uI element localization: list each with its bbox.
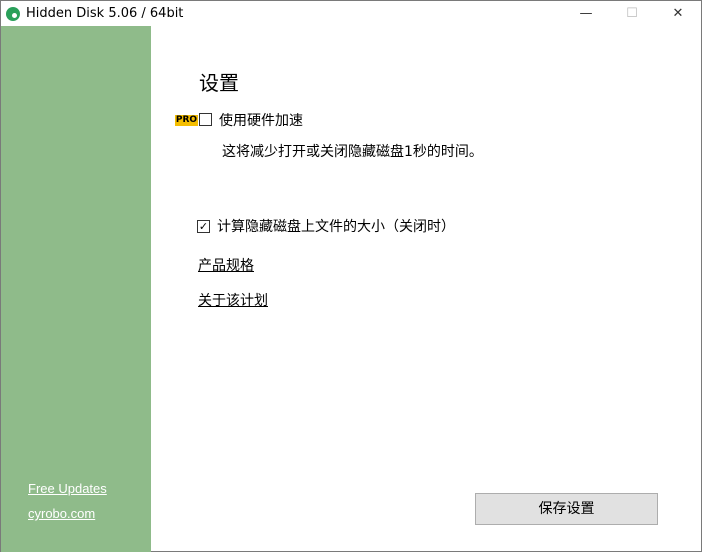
maximize-button[interactable]: ☐ bbox=[609, 1, 655, 27]
window-title: Hidden Disk 5.06 / 64bit bbox=[26, 6, 184, 21]
save-settings-button[interactable]: 保存设置 bbox=[475, 493, 658, 525]
about-program-link[interactable]: 关于该计划 bbox=[198, 290, 268, 310]
hw-accel-description: 这将减少打开或关闭隐藏磁盘1秒的时间。 bbox=[222, 144, 483, 160]
hw-accel-checkbox[interactable] bbox=[199, 113, 212, 126]
minimize-button[interactable]: — bbox=[563, 1, 609, 27]
page-title: 设置 bbox=[199, 71, 239, 95]
calc-size-label: 计算隐藏磁盘上文件的大小（关闭时） bbox=[217, 219, 455, 235]
title-bar: Hidden Disk 5.06 / 64bit — ☐ ✕ bbox=[1, 1, 701, 27]
pro-badge: PRO bbox=[175, 115, 198, 126]
app-icon bbox=[6, 7, 20, 21]
sidebar: Free Updates cyrobo.com bbox=[1, 26, 151, 552]
app-window: Hidden Disk 5.06 / 64bit — ☐ ✕ Free Upda… bbox=[0, 0, 702, 552]
hw-accel-label: 使用硬件加速 bbox=[219, 113, 303, 129]
free-updates-link[interactable]: Free Updates bbox=[28, 481, 107, 496]
cyrobo-link[interactable]: cyrobo.com bbox=[28, 506, 95, 521]
calc-size-checkbox[interactable]: ✓ bbox=[197, 220, 210, 233]
product-specs-link[interactable]: 产品规格 bbox=[198, 255, 254, 275]
close-button[interactable]: ✕ bbox=[655, 1, 701, 27]
